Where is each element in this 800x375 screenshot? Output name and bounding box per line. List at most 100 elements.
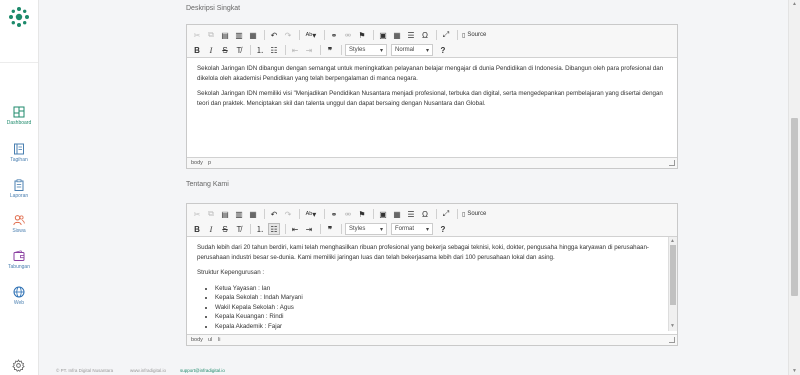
special-char-icon[interactable]: Ω [419,208,431,220]
styles-label: Styles [349,47,366,53]
source-label: Source [467,211,487,217]
source-button[interactable]: ▯ Source [462,32,486,39]
source-button[interactable]: ▯ Source [462,211,486,218]
page-scroll-thumb[interactable] [791,118,798,296]
paste-word-icon[interactable]: ▦ [247,208,259,220]
blockquote-icon[interactable]: ❞ [324,44,336,56]
format-dropdown[interactable]: Format ▾ [391,223,433,235]
list-item: Ketua Yayasan : Ian [215,284,657,294]
table-icon[interactable]: ▦ [391,208,403,220]
bold-icon[interactable]: B [191,44,203,56]
cut-icon[interactable]: ✂ [191,208,203,220]
footer-email-link[interactable]: support@infradigital.io [180,368,225,373]
paste-text-icon[interactable]: ▥ [233,29,245,41]
outdent-icon[interactable]: ⇤ [289,223,301,235]
strikethrough-icon[interactable]: S [219,44,231,56]
redo-icon[interactable]: ↷ [282,29,294,41]
table-icon[interactable]: ▦ [391,29,403,41]
unlink-icon[interactable]: ⚮ [342,208,354,220]
special-char-icon[interactable]: Ω [419,29,431,41]
maximize-icon[interactable]: ⤢ [440,208,452,220]
paste-text-icon[interactable]: ▥ [233,208,245,220]
sidebar-item-tabungan[interactable]: Tabungan [0,250,38,270]
resize-handle-icon[interactable] [669,337,675,343]
paragraph: Sudah lebih dari 20 tahun berdiri, kami … [197,244,649,261]
clipboard-icon [14,179,24,191]
sidebar-item-web[interactable]: Web [0,286,38,306]
spellcheck-icon[interactable]: ᴬᵇ▾ [303,29,319,41]
paste-icon[interactable]: ▤ [219,208,231,220]
sidebar-item-laporan[interactable]: Laporan [0,179,38,199]
undo-icon[interactable]: ↶ [268,208,280,220]
footer-website-link[interactable]: www.infradigital.io [130,368,166,373]
editor-scrollbar[interactable]: ▲ ▼ [668,237,677,331]
anchor-flag-icon[interactable]: ⚑ [356,208,368,220]
undo-icon[interactable]: ↶ [268,29,280,41]
sidebar-item-label: Laporan [9,193,29,199]
image-icon[interactable]: ▣ [377,29,389,41]
image-icon[interactable]: ▣ [377,208,389,220]
paragraph: Sekolah Jaringan IDN memiliki visi "Menj… [197,90,663,107]
bulleted-list-icon[interactable]: ☷ [268,223,280,235]
styles-dropdown[interactable]: Styles ▾ [345,223,387,235]
strikethrough-icon[interactable]: S [219,223,231,235]
element-path-item[interactable]: p [208,160,211,166]
sidebar-item-dashboard[interactable]: Dashboard [0,106,38,126]
link-icon[interactable]: ⚭ [328,208,340,220]
element-path-item[interactable]: ul [208,337,212,343]
sidebar-item-label: Tagihan [10,157,28,163]
element-path-item[interactable]: body [191,337,203,343]
help-icon[interactable]: ? [437,44,449,56]
horizontal-rule-icon[interactable]: ☰ [405,29,417,41]
copy-icon[interactable]: ⧉ [205,208,217,220]
rich-text-editor-deskripsi[interactable]: ✂ ⧉ ▤ ▥ ▦ ↶ ↷ ᴬᵇ▾ ⚭ ⚮ ⚑ ▣ ▦ ☰ Ω ⤢ ▯ Sour… [186,24,678,169]
numbered-list-icon[interactable]: ⒈ [254,223,266,235]
blockquote-icon[interactable]: ❞ [324,223,336,235]
horizontal-rule-icon[interactable]: ☰ [405,208,417,220]
numbered-list-icon[interactable]: ⒈ [254,44,266,56]
indent-icon[interactable]: ⇥ [303,223,315,235]
help-icon[interactable]: ? [437,223,449,235]
editor-statusbar: body p [187,157,677,168]
remove-format-icon[interactable]: T̸ [233,44,245,56]
remove-format-icon[interactable]: T̸ [233,223,245,235]
anchor-flag-icon[interactable]: ⚑ [356,29,368,41]
styles-dropdown[interactable]: Styles ▾ [345,44,387,56]
italic-icon[interactable]: I [205,223,217,235]
rich-text-editor-tentang[interactable]: ✂ ⧉ ▤ ▥ ▦ ↶ ↷ ᴬᵇ▾ ⚭ ⚮ ⚑ ▣ ▦ ☰ Ω ⤢ ▯ Sour… [186,203,678,346]
bulleted-list-icon[interactable]: ☷ [268,44,280,56]
unlink-icon[interactable]: ⚮ [342,29,354,41]
settings-gear-icon[interactable] [12,359,25,372]
sidebar-item-label: Siswa [12,228,26,234]
italic-icon[interactable]: I [205,44,217,56]
editor-content-area[interactable]: Sudah lebih dari 20 tahun berdiri, kami … [187,237,677,333]
scroll-down-icon[interactable]: ▼ [670,322,675,332]
indent-icon[interactable]: ⇥ [303,44,315,56]
format-dropdown[interactable]: Normal ▾ [391,44,433,56]
outdent-icon[interactable]: ⇤ [289,44,301,56]
copy-icon[interactable]: ⧉ [205,29,217,41]
redo-icon[interactable]: ↷ [282,208,294,220]
chevron-down-icon: ▾ [379,47,383,54]
sidebar-item-siswa[interactable]: Siswa [0,214,38,234]
spellcheck-icon[interactable]: ᴬᵇ▾ [303,208,319,220]
maximize-icon[interactable]: ⤢ [440,29,452,41]
page-scrollbar[interactable]: ▲ ▼ [788,0,800,375]
bold-icon[interactable]: B [191,223,203,235]
editor-scroll-thumb[interactable] [670,245,676,305]
footer: © PT. Infra Digital Nusantara www.infrad… [38,366,789,375]
sidebar-item-tagihan[interactable]: Tagihan [0,143,38,163]
editor-content-area[interactable]: Sekolah Jaringan IDN dibangun dengan sem… [187,58,677,148]
scroll-down-icon[interactable]: ▼ [792,368,797,374]
element-path-item[interactable]: body [191,160,203,166]
cut-icon[interactable]: ✂ [191,29,203,41]
link-icon[interactable]: ⚭ [328,29,340,41]
paste-word-icon[interactable]: ▦ [247,29,259,41]
scroll-up-icon[interactable]: ▲ [792,1,797,7]
list-item: Kepala Sekolah : Indah Maryani [215,293,657,303]
resize-handle-icon[interactable] [669,160,675,166]
paragraph: Struktur Kepengurusan : [197,269,265,276]
element-path-item[interactable]: li [218,337,220,343]
paste-icon[interactable]: ▤ [219,29,231,41]
editor-toolbar: ✂ ⧉ ▤ ▥ ▦ ↶ ↷ ᴬᵇ▾ ⚭ ⚮ ⚑ ▣ ▦ ☰ Ω ⤢ ▯ Sour… [187,25,677,58]
